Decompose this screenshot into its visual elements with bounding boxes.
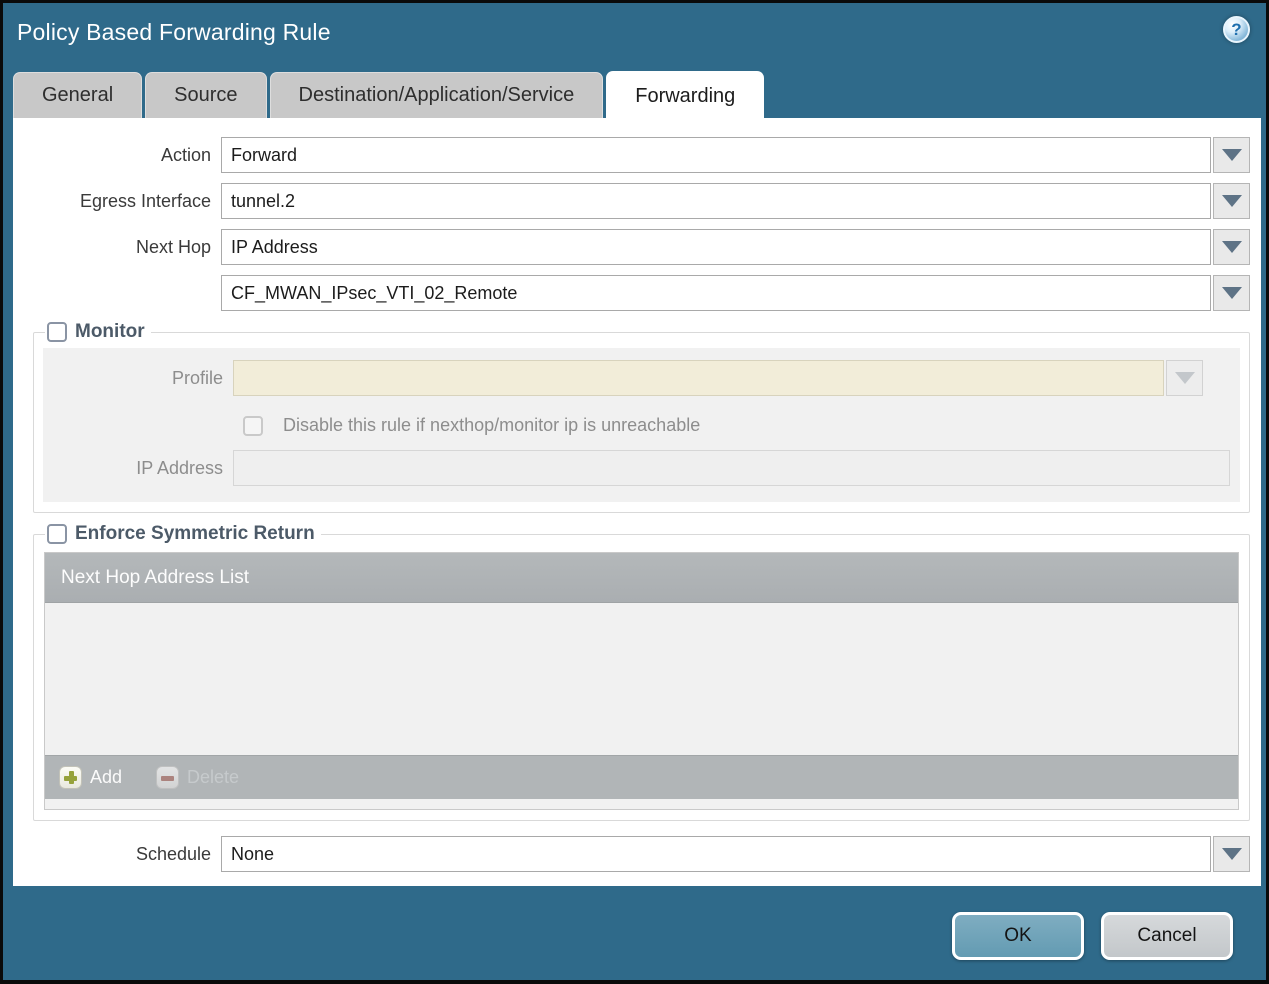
tab-bar: General Source Destination/Application/S… [13, 71, 1256, 120]
monitor-ip-address-row: IP Address [43, 450, 1240, 486]
schedule-row: Schedule [33, 836, 1250, 872]
chevron-down-icon [1174, 372, 1195, 384]
chevron-down-icon [1221, 195, 1242, 207]
next-hop-address-input[interactable] [221, 275, 1211, 311]
egress-interface-dropdown-button[interactable] [1213, 183, 1250, 219]
next-hop-address-list-body[interactable] [45, 603, 1238, 755]
add-button[interactable]: Add [59, 766, 122, 789]
schedule-input[interactable] [221, 836, 1211, 872]
action-input[interactable] [221, 137, 1211, 173]
monitor-title: Monitor [75, 321, 145, 342]
help-icon[interactable]: ? [1223, 16, 1250, 43]
enforce-symmetric-return-checkbox[interactable] [47, 524, 67, 544]
next-hop-address-list-header: Next Hop Address List [45, 553, 1238, 603]
tab-source[interactable]: Source [145, 72, 267, 118]
chevron-down-icon [1221, 848, 1242, 860]
symmetric-return-section: Enforce Symmetric Return Next Hop Addres… [33, 523, 1250, 821]
monitor-profile-dropdown-button [1166, 360, 1203, 396]
next-hop-dropdown-button[interactable] [1213, 229, 1250, 265]
disable-rule-checkbox [243, 415, 263, 436]
egress-interface-input[interactable] [221, 183, 1211, 219]
monitor-ip-address-label: IP Address [136, 457, 223, 478]
add-button-label: Add [90, 767, 123, 787]
dialog-title: Policy Based Forwarding Rule [17, 19, 331, 45]
monitor-profile-row: Profile [43, 360, 1240, 396]
dialog-footer: OK Cancel [952, 912, 1233, 960]
chevron-down-icon [1221, 241, 1242, 253]
monitor-checkbox[interactable] [47, 322, 67, 342]
symmetric-return-legend: Enforce Symmetric Return [45, 523, 321, 545]
plus-icon [59, 766, 82, 789]
dialog-titlebar: Policy Based Forwarding Rule ? [3, 3, 1266, 69]
next-hop-address-table: Next Hop Address List Add Delete [44, 552, 1239, 810]
monitor-section: Monitor Profile Disable this rule if nex… [33, 321, 1250, 513]
monitor-profile-label: Profile [171, 367, 223, 388]
action-dropdown-button[interactable] [1213, 137, 1250, 173]
enforce-symmetric-return-title: Enforce Symmetric Return [75, 523, 315, 544]
monitor-disable-rule-row: Disable this rule if nexthop/monitor ip … [243, 415, 1240, 436]
schedule-label: Schedule [135, 843, 211, 864]
disable-rule-label: Disable this rule if nexthop/monitor ip … [283, 415, 701, 435]
table-bottom-strip [45, 799, 1238, 809]
schedule-dropdown-button[interactable] [1213, 836, 1250, 872]
monitor-box: Profile Disable this rule if nexthop/mon… [43, 348, 1240, 502]
chevron-down-icon [1221, 287, 1242, 299]
ok-button[interactable]: OK [952, 912, 1084, 960]
next-hop-row: Next Hop [33, 229, 1250, 265]
monitor-ip-address-input [233, 450, 1230, 486]
chevron-down-icon [1221, 149, 1242, 161]
next-hop-type-input[interactable] [221, 229, 1211, 265]
next-hop-address-row [33, 275, 1250, 311]
delete-button: Delete [156, 766, 239, 789]
delete-button-label: Delete [187, 767, 240, 787]
egress-interface-row: Egress Interface [33, 183, 1250, 219]
table-toolbar: Add Delete [45, 755, 1238, 799]
minus-icon [156, 766, 180, 789]
cancel-button[interactable]: Cancel [1101, 912, 1233, 960]
tab-forwarding[interactable]: Forwarding [606, 71, 765, 120]
next-hop-address-dropdown-button[interactable] [1213, 275, 1250, 311]
action-row: Action [33, 137, 1250, 173]
action-label: Action [160, 144, 211, 165]
pbf-rule-dialog: { "dialog": { "title": "Policy Based For… [0, 0, 1269, 984]
tab-destination-application-service[interactable]: Destination/Application/Service [269, 72, 604, 118]
monitor-profile-input [233, 360, 1164, 396]
monitor-legend: Monitor [45, 321, 151, 343]
tab-general[interactable]: General [13, 72, 143, 118]
egress-interface-label: Egress Interface [79, 190, 211, 211]
forwarding-tab-panel: Action Egress Interface Next Hop [13, 118, 1261, 886]
next-hop-label: Next Hop [135, 236, 211, 257]
